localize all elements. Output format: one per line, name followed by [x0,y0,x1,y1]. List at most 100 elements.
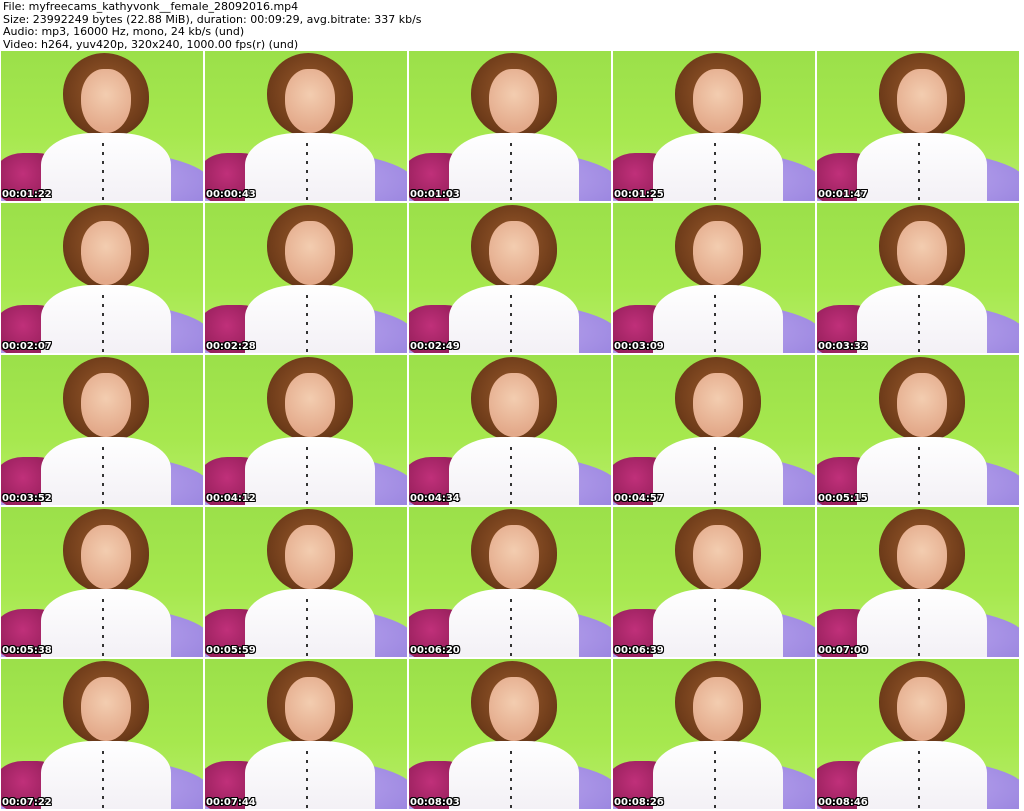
thumbnail-face [897,221,947,285]
thumbnail-placket [102,751,104,809]
thumbnail-shirt [245,741,375,809]
video-thumbnail: 00:02:07 [1,203,203,353]
thumbnail-face [897,677,947,741]
thumbnail-grid: 00:01:22 00:00:43 00:01:03 00:01:25 00:01:47… [1,51,1023,811]
thumbnail-face [489,221,539,285]
thumbnail-face [693,221,743,285]
thumbnail-placket [918,295,920,353]
thumbnail-placket [918,751,920,809]
thumbnail-timestamp: 00:03:09 [614,341,664,352]
thumbnail-face [693,373,743,437]
video-thumbnail: 00:02:49 [409,203,611,353]
thumbnail-shirt [653,437,783,505]
file-info-header: File: myfreecams_kathyvonk__female_28092… [3,0,422,51]
thumbnail-timestamp: 00:02:28 [206,341,256,352]
thumbnail-placket [306,447,308,505]
thumbnail-shirt [857,133,987,201]
thumbnail-placket [306,143,308,201]
thumbnail-placket [510,295,512,353]
thumbnail-face [285,221,335,285]
video-thumbnail: 00:04:34 [409,355,611,505]
thumbnail-shirt [41,741,171,809]
thumbnail-face [285,677,335,741]
video-thumbnail: 00:03:32 [817,203,1019,353]
thumbnail-timestamp: 00:08:26 [614,797,664,808]
thumbnail-timestamp: 00:00:43 [206,189,256,200]
thumbnail-shirt [449,589,579,657]
thumbnail-placket [102,599,104,657]
thumbnail-timestamp: 00:04:34 [410,493,460,504]
video-thumbnail: 00:04:57 [613,355,815,505]
thumbnail-shirt [857,285,987,353]
thumbnail-face [693,525,743,589]
video-thumbnail: 00:07:00 [817,507,1019,657]
thumbnail-face [897,373,947,437]
thumbnail-placket [102,295,104,353]
thumbnail-shirt [245,589,375,657]
video-thumbnail: 00:08:26 [613,659,815,809]
thumbnail-timestamp: 00:05:38 [2,645,52,656]
thumbnail-face [81,221,131,285]
thumbnail-timestamp: 00:02:49 [410,341,460,352]
thumbnail-face [489,69,539,133]
file-name-line: File: myfreecams_kathyvonk__female_28092… [3,0,299,13]
thumbnail-timestamp: 00:02:07 [2,341,52,352]
thumbnail-placket [918,599,920,657]
thumbnail-placket [714,143,716,201]
thumbnail-shirt [41,437,171,505]
thumbnail-face [81,373,131,437]
thumbnail-face [81,69,131,133]
thumbnail-placket [714,447,716,505]
thumbnail-shirt [857,741,987,809]
video-thumbnail: 00:08:03 [409,659,611,809]
thumbnail-placket [306,599,308,657]
thumbnail-timestamp: 00:01:03 [410,189,460,200]
thumbnail-timestamp: 00:03:32 [818,341,868,352]
thumbnail-timestamp: 00:07:00 [818,645,868,656]
thumbnail-timestamp: 00:05:59 [206,645,256,656]
video-thumbnail: 00:05:15 [817,355,1019,505]
thumbnail-shirt [449,133,579,201]
thumbnail-face [693,69,743,133]
video-thumbnail: 00:01:22 [1,51,203,201]
thumbnail-placket [714,751,716,809]
thumbnail-timestamp: 00:01:22 [2,189,52,200]
thumbnail-placket [714,295,716,353]
thumbnail-timestamp: 00:05:15 [818,493,868,504]
video-thumbnail: 00:00:43 [205,51,407,201]
thumbnail-face [285,525,335,589]
thumbnail-face [897,525,947,589]
thumbnail-timestamp: 00:08:46 [818,797,868,808]
video-thumbnail: 00:06:39 [613,507,815,657]
thumbnail-face [897,69,947,133]
thumbnail-face [285,373,335,437]
thumbnail-shirt [449,437,579,505]
thumbnail-placket [918,143,920,201]
thumbnail-placket [714,599,716,657]
thumbnail-timestamp: 00:04:12 [206,493,256,504]
thumbnail-timestamp: 00:07:22 [2,797,52,808]
video-thumbnail: 00:04:12 [205,355,407,505]
video-thumbnail: 00:07:22 [1,659,203,809]
thumbnail-placket [918,447,920,505]
video-thumbnail: 00:03:52 [1,355,203,505]
thumbnail-shirt [245,133,375,201]
thumbnail-placket [102,447,104,505]
thumbnail-face [489,525,539,589]
video-thumbnail: 00:01:03 [409,51,611,201]
thumbnail-timestamp: 00:06:20 [410,645,460,656]
thumbnail-face [81,525,131,589]
thumbnail-timestamp: 00:04:57 [614,493,664,504]
video-thumbnail: 00:07:44 [205,659,407,809]
thumbnail-placket [510,599,512,657]
thumbnail-placket [510,143,512,201]
video-thumbnail: 00:06:20 [409,507,611,657]
video-thumbnail: 00:05:59 [205,507,407,657]
thumbnail-shirt [857,589,987,657]
audio-info-line: Audio: mp3, 16000 Hz, mono, 24 kb/s (und… [3,25,245,38]
thumbnail-timestamp: 00:01:25 [614,189,664,200]
thumbnail-shirt [653,741,783,809]
thumbnail-timestamp: 00:07:44 [206,797,256,808]
thumbnail-face [489,677,539,741]
video-thumbnail: 00:02:28 [205,203,407,353]
